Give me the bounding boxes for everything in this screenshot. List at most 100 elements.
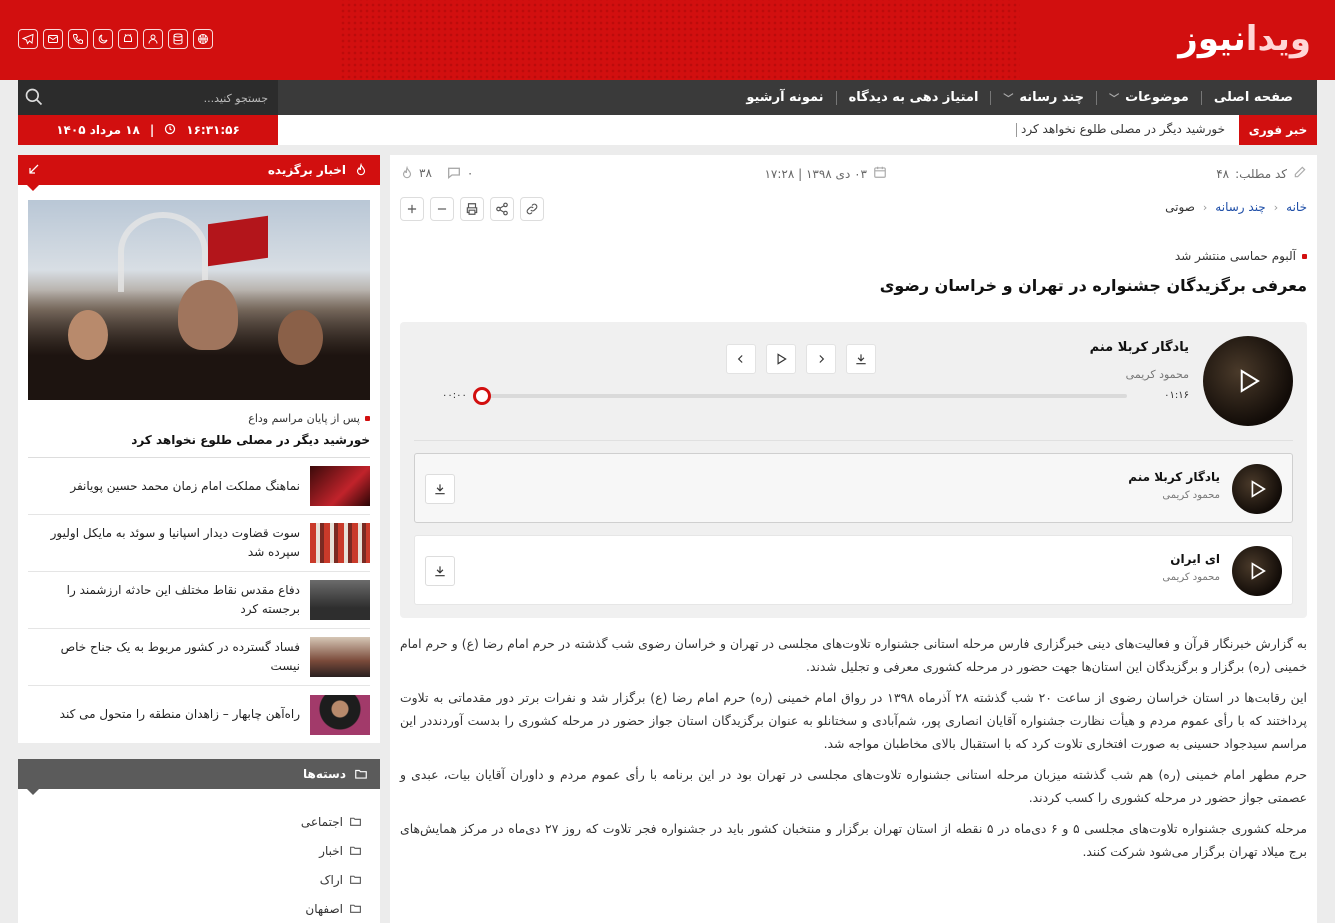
news-list-item[interactable]: سوت قضاوت دیدار اسپانیا و سوئد به مایکل …	[28, 515, 370, 572]
view-count: ۳۸	[400, 166, 432, 180]
article-code: کد مطلب: ۴۸	[1216, 165, 1307, 182]
android-icon[interactable]	[118, 29, 138, 49]
person-shape	[278, 310, 323, 365]
nav-menu: صفحه اصلی موضوعات ﹀ چند رسانه ﹀ امتیاز دهی…	[734, 80, 1305, 115]
clock-time: ۱۶:۳۱:۵۶	[186, 123, 240, 137]
print-button[interactable]	[460, 197, 484, 221]
category-item[interactable]: اجتماعی	[30, 807, 368, 836]
article-title: معرفی برگزیدگان جشنواره در تهران و خراسا…	[879, 276, 1307, 295]
chevron-down-icon: ﹀	[1003, 94, 1014, 105]
play-button[interactable]	[766, 344, 796, 374]
search-box	[18, 80, 278, 115]
playlist-item[interactable]: ای ایران محمود کریمی	[414, 535, 1293, 605]
news-title: نماهنگ مملکت امام زمان محمد حسین پویانفر	[70, 478, 300, 493]
track-download-button[interactable]	[425, 474, 455, 504]
user-icon[interactable]	[143, 29, 163, 49]
breadcrumb-home[interactable]: خانه	[1286, 200, 1307, 214]
category-label: اصفهان	[305, 901, 343, 916]
chevron-right-icon	[819, 355, 825, 363]
track-download-button[interactable]	[425, 556, 455, 586]
track-current-time: ۰۰:۰۰	[442, 390, 467, 401]
fire-icon	[354, 163, 368, 177]
ticker-separator	[1016, 122, 1018, 137]
article-panel: کد مطلب: ۴۸ ۰۳ دی ۱۳۹۸ | ۱۷:۲۸ ۰ ۳۸ خانه…	[390, 155, 1317, 923]
next-button[interactable]	[806, 344, 836, 374]
news-list-item[interactable]: نماهنگ مملکت امام زمان محمد حسین پویانفر	[28, 458, 370, 515]
track-cover	[1232, 464, 1282, 514]
breadcrumb-multimedia[interactable]: چند رسانه	[1215, 200, 1265, 214]
breaking-ticker[interactable]: خورشید دیگر در مصلی طلوع نخواهد کرد	[1006, 122, 1225, 137]
category-label: اخبار	[319, 843, 343, 858]
social-icons	[18, 29, 213, 49]
article-subtitle: آلبوم حماسی منتشر شد	[1175, 249, 1307, 263]
share-button[interactable]	[490, 197, 514, 221]
progress-knob[interactable]	[473, 387, 491, 405]
top-header: ویدا نیوز	[0, 0, 1335, 80]
copy-link-button[interactable]	[520, 197, 544, 221]
article-stats: ۰ ۳۸	[400, 165, 473, 181]
font-decrease-button[interactable]	[430, 197, 454, 221]
download-button[interactable]	[846, 344, 876, 374]
lead-news-image[interactable]	[28, 200, 370, 400]
nav-separator	[835, 90, 837, 105]
lead-news-title[interactable]: خورشید دیگر در مصلی طلوع نخواهد کرد	[28, 433, 370, 458]
person-shape	[178, 280, 238, 350]
code-value: ۴۸	[1216, 166, 1230, 181]
album-cover[interactable]	[1203, 336, 1293, 426]
comment-count[interactable]: ۰	[446, 165, 473, 181]
nav-item-rating[interactable]: امتیاز دهی به دیدگاه	[837, 90, 991, 105]
playlist-item[interactable]: یادگار کربلا منم محمود کریمی	[414, 453, 1293, 523]
mail-icon[interactable]	[43, 29, 63, 49]
news-list-item[interactable]: راه‌آهن چابهار – زاهدان منطقه را متحول م…	[28, 686, 370, 743]
ticker-text: خورشید دیگر در مصلی طلوع نخواهد کرد	[1021, 122, 1225, 136]
news-list-item[interactable]: فساد گسترده در کشور مربوط به یک جناح خاص…	[28, 629, 370, 686]
comment-icon	[447, 167, 460, 180]
search-input[interactable]	[68, 87, 268, 109]
play-icon	[1251, 480, 1266, 498]
download-icon	[435, 566, 445, 577]
category-label: اراک	[319, 872, 343, 887]
font-increase-button[interactable]	[400, 197, 424, 221]
news-title: سوت قضاوت دیدار اسپانیا و سوئد به مایکل …	[50, 526, 300, 559]
phone-icon[interactable]	[68, 29, 88, 49]
chevron-down-icon: ﹀	[1109, 94, 1120, 105]
link-icon	[526, 203, 538, 215]
nav-item-label: نمونه آرشیو	[746, 90, 824, 105]
clock-icon	[164, 123, 176, 138]
site-logo[interactable]: ویدا نیوز	[1178, 14, 1313, 64]
audio-player: یادگار کربلا منم محمود کریمی ۰۱:۱۶ ۰۰:۰۰…	[400, 322, 1307, 618]
now-playing-title: یادگار کربلا منم	[1089, 340, 1189, 355]
category-item[interactable]: اصفهان	[30, 894, 368, 923]
edit-icon	[1293, 165, 1307, 182]
category-item[interactable]: اراک	[30, 865, 368, 894]
breadcrumb: خانه ‹ چند رسانه ‹ صوتی	[1165, 200, 1307, 214]
clock-panel: ۱۶:۳۱:۵۶ | ۱۸ مرداد ۱۴۰۵	[18, 115, 278, 145]
basketball-icon[interactable]	[193, 29, 213, 49]
nav-item-label: امتیاز دهی به دیدگاه	[848, 90, 979, 105]
chevron-left-icon	[737, 355, 743, 363]
progress-bar[interactable]	[473, 387, 1127, 405]
fire-icon	[402, 166, 412, 179]
article-paragraph: مرحله کشوری جشنواره تلاوت‌های مجلسی ۵ و …	[400, 821, 1307, 859]
azadi-tower-shape	[118, 212, 208, 292]
nav-item-topics[interactable]: موضوعات ﹀	[1097, 90, 1201, 105]
news-list-item[interactable]: دفاع مقدس نقاط مختلف این حادثه ارزشمند ر…	[28, 572, 370, 629]
nav-item-archive[interactable]: نمونه آرشیو	[734, 90, 835, 105]
play-icon	[1251, 562, 1266, 580]
logo-part-1: ویدا	[1245, 19, 1311, 59]
news-title: فساد گسترده در کشور مربوط به یک جناح خاص…	[60, 640, 300, 673]
prev-button[interactable]	[726, 344, 756, 374]
nav-item-multimedia[interactable]: چند رسانه ﹀	[991, 90, 1096, 105]
folder-icon	[350, 904, 361, 913]
database-icon[interactable]	[168, 29, 188, 49]
categories-box: دسته‌ها اجتماعی اخبار اراک اصفهان	[18, 759, 380, 923]
telegram-icon[interactable]	[18, 29, 38, 49]
search-icon[interactable]	[24, 87, 44, 107]
nav-item-home[interactable]: صفحه اصلی	[1202, 90, 1305, 105]
moon-icon[interactable]	[93, 29, 113, 49]
bullet-icon	[365, 416, 370, 421]
clock-separator: |	[149, 123, 155, 137]
breaking-news-bar: خبر فوری خورشید دیگر در مصلی طلوع نخواهد…	[18, 115, 1317, 145]
arrow-corner-icon[interactable]	[28, 163, 40, 178]
category-item[interactable]: اخبار	[30, 836, 368, 865]
